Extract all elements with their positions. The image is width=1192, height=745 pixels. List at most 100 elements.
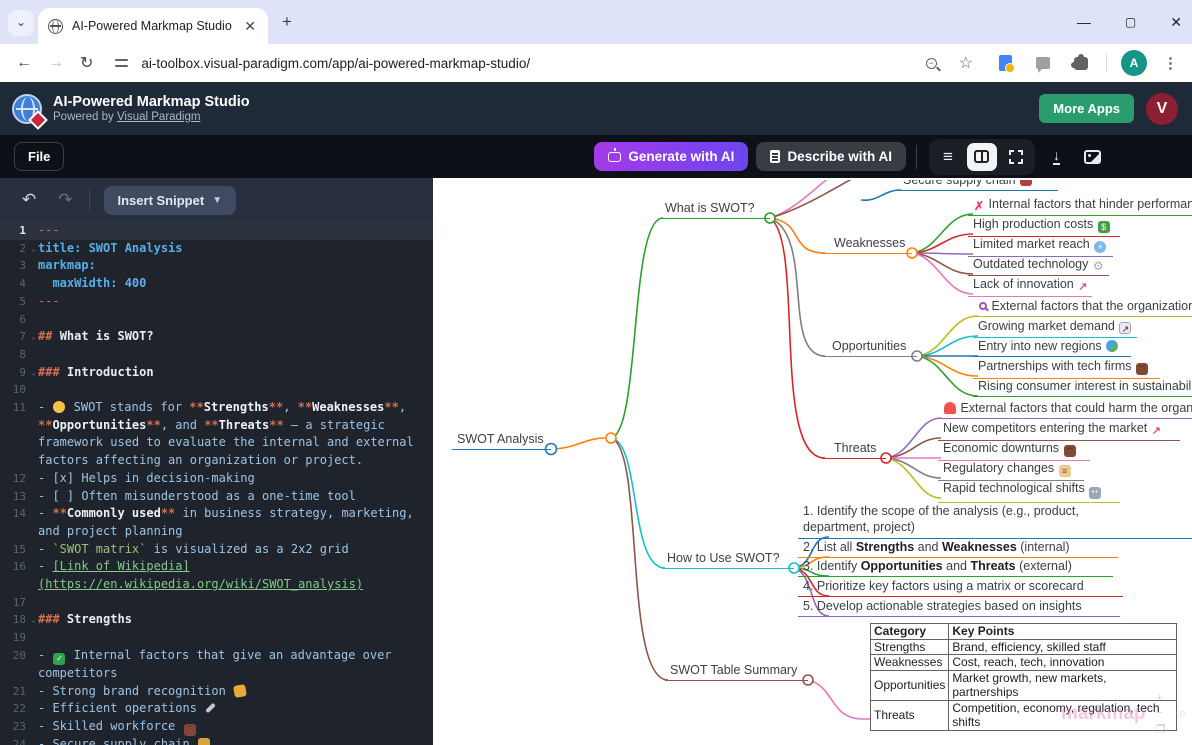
line-content[interactable] [30,594,422,612]
editor-line[interactable]: 18⌄### Strengths [0,611,433,629]
editor-line[interactable]: 20- Internal factors that give an advant… [0,647,433,683]
map-node-step-2[interactable]: 2. List all Strengths and Weaknesses (in… [798,540,1118,558]
line-content[interactable] [30,629,422,647]
markmap-canvas[interactable]: SWOT Analysis What is SWOT? Weaknesses O… [433,180,1192,745]
map-node-rising-consumer-interest[interactable]: Rising consumer interest in sustainabili… [973,379,1192,397]
line-content[interactable]: - SWOT stands for **Strengths**, **Weakn… [30,399,422,470]
map-node-threats[interactable]: Threats [822,441,886,459]
map-node-weaknesses[interactable]: Weaknesses [822,236,912,254]
browser-profile-avatar[interactable]: A [1121,50,1147,76]
line-content[interactable]: - [Link of Wikipedia](https://en.wikiped… [30,558,422,593]
undo-icon[interactable]: ↶ [22,190,36,210]
extensions-puzzle-icon[interactable] [1074,57,1088,70]
map-node-high-production-costs[interactable]: High production costs [968,217,1120,237]
map-node-partnerships-tech-firms[interactable]: Partnerships with tech firms [973,359,1160,379]
editor-line[interactable]: 12- [x] Helps in decision-making [0,470,433,488]
editor-line[interactable]: 3markmap: [0,257,433,275]
insert-snippet-button[interactable]: Insert Snippet ▼ [104,186,237,215]
map-node-lack-of-innovation[interactable]: Lack of innovation [968,277,1092,297]
map-node-step-4[interactable]: 4. Prioritize key factors using a matrix… [798,579,1123,597]
line-content[interactable]: ## What is SWOT? [30,328,422,346]
window-minimize-button[interactable]: — [1077,14,1091,30]
extension-chat-icon[interactable] [1036,57,1050,69]
new-tab-button[interactable]: + [282,12,292,32]
line-content[interactable]: - [ ] Often misunderstood as a one-time … [30,488,422,506]
editor-line[interactable]: 24- Secure supply chain [0,736,433,745]
generate-with-ai-button[interactable]: Generate with AI [594,142,748,171]
map-node-growing-market-demand[interactable]: Growing market demand [973,319,1137,338]
forward-icon[interactable]: → [48,54,64,72]
fullscreen-view-button[interactable] [1001,143,1031,171]
line-content[interactable]: - Efficient operations [30,700,422,718]
line-content[interactable]: maxWidth: 400 [30,275,422,293]
window-maximize-button[interactable]: ▢ [1125,15,1136,29]
more-apps-button[interactable]: More Apps [1039,94,1134,123]
window-close-button[interactable]: ✕ [1170,14,1182,31]
map-node-regulatory-changes[interactable]: Regulatory changes [938,461,1084,481]
line-content[interactable] [30,381,422,399]
zoom-icon[interactable]: − [926,58,937,69]
editor-line[interactable]: 5--- [0,293,433,311]
line-content[interactable]: title: SWOT Analysis [30,240,422,258]
editor-line[interactable]: 8 [0,346,433,364]
map-node-opportunities[interactable]: Opportunities [822,339,917,357]
map-node-step-5[interactable]: 5. Develop actionable strategies based o… [798,599,1120,617]
map-node-new-competitors[interactable]: New competitors entering the market [938,421,1180,441]
line-content[interactable]: - **Commonly used** in business strategy… [30,505,422,540]
back-icon[interactable]: ← [16,54,32,72]
line-content[interactable]: markmap: [30,257,422,275]
line-content[interactable] [30,311,422,329]
line-content[interactable]: - Internal factors that give an advantag… [30,647,422,683]
map-node-step-1[interactable]: 1. Identify the scope of the analysis (e… [798,504,1192,539]
editor-line[interactable]: 10 [0,381,433,399]
browser-tab[interactable]: AI-Powered Markmap Studio ✕ [38,8,268,44]
editor-line[interactable]: 19 [0,629,433,647]
describe-with-ai-button[interactable]: Describe with AI [756,142,906,171]
map-node-root[interactable]: SWOT Analysis [452,432,551,450]
line-content[interactable]: --- [30,293,422,311]
download-icon[interactable]: ↓ [1053,149,1060,165]
url-text[interactable]: ai-toolbox.visual-paradigm.com/app/ai-po… [141,56,925,71]
line-content[interactable] [30,346,422,364]
editor-line[interactable]: 4 maxWidth: 400 [0,275,433,293]
line-content[interactable]: - Secure supply chain [30,736,422,745]
editor-line[interactable]: 6 [0,311,433,329]
export-image-icon[interactable] [1084,150,1101,164]
split-view-button[interactable] [967,143,997,171]
line-content[interactable]: - [x] Helps in decision-making [30,470,422,488]
extension-doc-icon[interactable] [999,55,1012,71]
map-node-limited-market-reach[interactable]: Limited market reach [968,237,1113,257]
map-node-entry-new-regions[interactable]: Entry into new regions [973,339,1131,357]
fold-chevron-icon[interactable]: ⌄ [31,328,36,346]
map-node-weakness-desc[interactable]: Internal factors that hinder performance [968,197,1192,216]
editor-line[interactable]: 22- Efficient operations [0,700,433,718]
editor-line[interactable]: 14- **Commonly used** in business strate… [0,505,433,540]
map-node-step-3[interactable]: 3. Identify Opportunities and Threats (e… [798,559,1113,577]
map-node-rapid-tech-shifts[interactable]: Rapid technological shifts [938,481,1120,503]
user-avatar[interactable]: V [1146,93,1178,125]
map-node-economic-downturns[interactable]: Economic downturns [938,441,1090,461]
map-node-what-is-swot[interactable]: What is SWOT? [660,201,770,219]
editor-line[interactable]: 2⌄title: SWOT Analysis [0,240,433,258]
file-button[interactable]: File [14,142,64,171]
line-content[interactable]: - Skilled workforce [30,718,422,736]
map-node-how-to-use[interactable]: How to Use SWOT? [662,551,794,569]
line-content[interactable]: --- [30,222,422,240]
map-node-secure-supply-chain[interactable]: Secure supply chain [898,180,1058,191]
bookmark-star-icon[interactable]: ☆ [959,53,973,73]
editor-line[interactable]: 7⌄## What is SWOT? [0,328,433,346]
line-content[interactable]: ### Strengths [30,611,422,629]
editor-line[interactable]: 16- [Link of Wikipedia](https://en.wikip… [0,558,433,593]
markdown-editor[interactable]: 1---2⌄title: SWOT Analysis3markmap:4 max… [0,222,433,745]
reload-icon[interactable]: ↻ [80,53,93,73]
node-circle[interactable] [606,433,616,443]
editor-line[interactable]: 23- Skilled workforce [0,718,433,736]
editor-line[interactable]: 1--- [0,222,433,240]
visual-paradigm-link[interactable]: Visual Paradigm [117,111,201,123]
fold-chevron-icon[interactable]: ⌄ [31,240,36,258]
editor-line[interactable]: 15- `SWOT matrix` is visualized as a 2x2… [0,541,433,559]
line-content[interactable]: ### Introduction [30,364,422,382]
editor-line[interactable]: 13- [ ] Often misunderstood as a one-tim… [0,488,433,506]
site-settings-icon[interactable] [115,57,129,69]
map-node-threat-desc[interactable]: External factors that could harm the org… [938,401,1192,419]
